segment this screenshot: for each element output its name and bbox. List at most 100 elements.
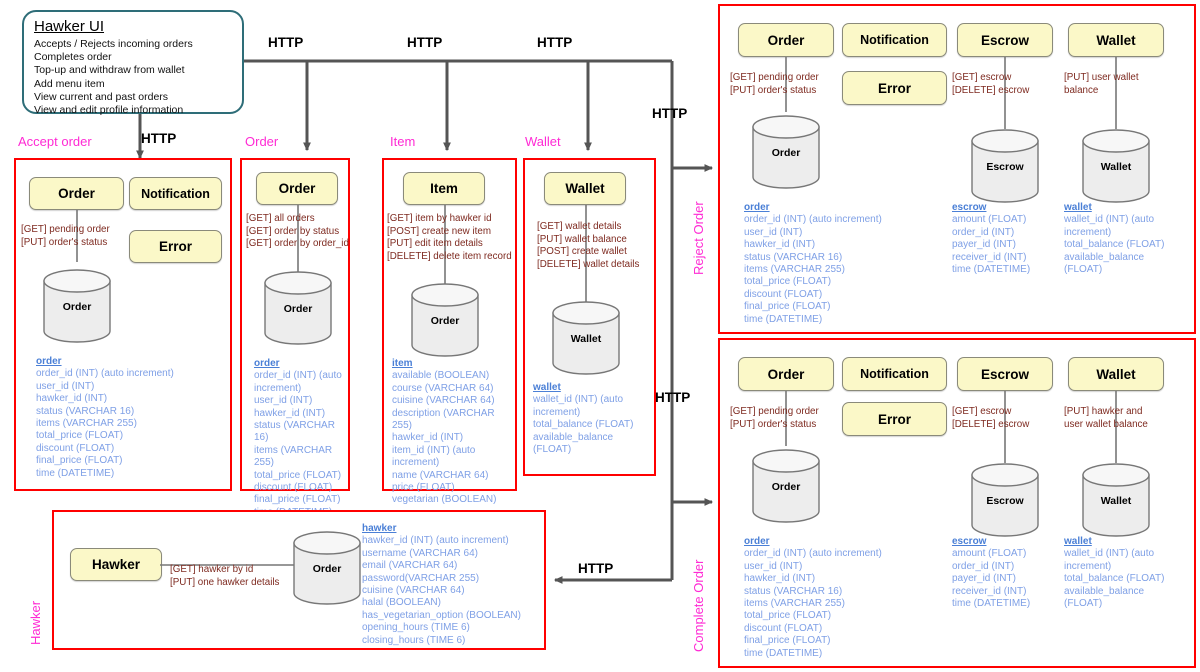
- schema-escrow: escrow amount (FLOAT) order_id (INT) pay…: [952, 202, 1060, 276]
- hawker-ui-feature: View current and past orders: [34, 90, 169, 103]
- hawker-ui-feature: Add menu item: [34, 77, 105, 90]
- schema-field: final_price (FLOAT): [254, 494, 341, 506]
- service-node-error[interactable]: Error: [842, 402, 947, 436]
- endpoint-line: [PUT] order's status: [21, 236, 108, 248]
- endpoint-line: [PUT] order's status: [730, 84, 817, 96]
- schema-field: password(VARCHAR 255): [362, 572, 480, 584]
- panel-order: Order [GET] all orders [GET] order by st…: [240, 158, 350, 518]
- service-node-escrow[interactable]: Escrow: [957, 23, 1053, 57]
- database-escrow: Escrow: [970, 128, 1040, 204]
- service-node-wallet[interactable]: Wallet: [1068, 23, 1164, 57]
- service-node-escrow[interactable]: Escrow: [957, 357, 1053, 391]
- hawker-ui-feature: Top-up and withdraw from wallet: [34, 64, 185, 77]
- database-label: Wallet: [1100, 495, 1132, 507]
- endpoint-list-escrow: [GET] escrow [DELETE] escrow: [952, 72, 1029, 97]
- schema-field: hawker_id (INT): [392, 432, 464, 444]
- hawker-ui-feature: Accepts / Rejects incoming orders: [34, 38, 193, 50]
- service-node-order[interactable]: Order: [738, 23, 834, 57]
- endpoint-line: [GET] pending order: [730, 406, 819, 417]
- panel-accept-order: Order Notification Error [GET] pending o…: [14, 158, 232, 491]
- schema-field: user_id (INT): [744, 560, 803, 572]
- endpoint-line: [POST] create new item: [387, 225, 491, 237]
- endpoint-line: [GET] escrow: [952, 72, 1012, 83]
- database-order: Order: [263, 270, 333, 346]
- endpoint-line: [GET] pending order: [730, 72, 819, 83]
- endpoint-list-order: [GET] all orders [GET] order by status […: [246, 213, 349, 251]
- schema-field: final_price (FLOAT): [744, 635, 831, 647]
- database-order: Order: [42, 268, 112, 344]
- database-escrow: Escrow: [970, 462, 1040, 538]
- schema-field: total_balance (FLOAT): [1064, 239, 1165, 251]
- schema-field: order_id (INT) (auto increment): [254, 370, 342, 394]
- schema-item: item available (BOOLEAN) course (VARCHAR…: [392, 358, 514, 507]
- schema-field: order_id (INT): [952, 560, 1015, 572]
- service-node-notification[interactable]: Notification: [129, 177, 222, 210]
- endpoint-list-wallet: [PUT] user wallet balance: [1064, 72, 1139, 96]
- service-node-item[interactable]: Item: [403, 172, 485, 205]
- hawker-ui-title: Hawker UI: [34, 18, 105, 35]
- schema-field: discount (FLOAT): [744, 288, 823, 300]
- http-label-item: HTTP: [407, 35, 443, 50]
- schema-field: status (VARCHAR 16): [36, 405, 135, 417]
- schema-field: total_price (FLOAT): [36, 430, 124, 442]
- group-label-hawker: Hawker: [28, 600, 43, 645]
- service-node-error[interactable]: Error: [129, 230, 222, 263]
- schema-table-name: wallet: [1064, 202, 1092, 213]
- database-wallet: Wallet: [1081, 462, 1151, 538]
- service-node-hawker[interactable]: Hawker: [70, 548, 162, 581]
- schema-table-name: order: [254, 358, 280, 369]
- endpoint-line: [DELETE] escrow: [952, 418, 1030, 430]
- schema-field: user_id (INT): [744, 226, 803, 238]
- schema-field: total_price (FLOAT): [254, 469, 342, 481]
- service-node-notification[interactable]: Notification: [842, 23, 947, 57]
- schema-field: time (DATETIME): [952, 598, 1031, 610]
- database-label: Wallet: [570, 333, 602, 345]
- schema-field: discount (FLOAT): [744, 622, 823, 634]
- schema-field: discount (FLOAT): [36, 442, 115, 454]
- endpoint-line: [PUT] one hawker details: [170, 576, 280, 588]
- http-label-accept: HTTP: [141, 131, 177, 146]
- database-label: Escrow: [986, 161, 1024, 173]
- schema-field: discount (FLOAT): [254, 482, 333, 494]
- schema-field: email (VARCHAR 64): [362, 560, 458, 572]
- schema-field: cuisine (VARCHAR 64): [392, 395, 495, 407]
- service-node-error[interactable]: Error: [842, 71, 947, 105]
- endpoint-line: [POST] create wallet: [537, 246, 627, 258]
- schema-field: total_price (FLOAT): [744, 610, 832, 622]
- schema-hawker: hawker hawker_id (INT) (auto increment) …: [362, 523, 547, 647]
- endpoint-line: [DELETE] wallet details: [537, 258, 640, 270]
- schema-field: hawker_id (INT): [744, 573, 816, 585]
- schema-field: items (VARCHAR 255): [254, 444, 333, 469]
- schema-field: time (DATETIME): [952, 264, 1031, 276]
- schema-field: cuisine (VARCHAR 64): [362, 585, 465, 597]
- database-label: Order: [62, 301, 92, 313]
- service-node-wallet[interactable]: Wallet: [544, 172, 626, 205]
- endpoint-line: [GET] item by hawker id: [387, 213, 492, 224]
- schema-table-name: escrow: [952, 202, 987, 213]
- service-node-order[interactable]: Order: [256, 172, 338, 205]
- schema-order: order order_id (INT) (auto increment) us…: [744, 202, 944, 326]
- schema-field: amount (FLOAT): [952, 548, 1027, 560]
- endpoint-line: [GET] pending order: [21, 224, 110, 235]
- schema-field: closing_hours (TIME 6): [362, 634, 466, 646]
- schema-wallet: wallet wallet_id (INT) (auto increment) …: [1064, 202, 1182, 276]
- database-label: Order: [771, 481, 801, 493]
- panel-reject-order: Order Notification Escrow Wallet Error […: [718, 4, 1196, 334]
- service-node-order[interactable]: Order: [738, 357, 834, 391]
- service-node-notification[interactable]: Notification: [842, 357, 947, 391]
- service-node-order[interactable]: Order: [29, 177, 124, 210]
- endpoint-line: [DELETE] escrow: [952, 84, 1030, 96]
- schema-field: available (BOOLEAN): [392, 370, 490, 382]
- database-label: Wallet: [1100, 161, 1132, 173]
- service-node-wallet[interactable]: Wallet: [1068, 357, 1164, 391]
- schema-order: order order_id (INT) (auto increment) us…: [744, 536, 944, 660]
- schema-table-name: escrow: [952, 536, 987, 547]
- hawker-ui-box: Hawker UI Accepts / Rejects incoming ord…: [22, 10, 244, 116]
- schema-field: course (VARCHAR 64): [392, 382, 494, 394]
- schema-field: payer_id (INT): [952, 573, 1016, 585]
- http-label-wallet: HTTP: [537, 35, 573, 50]
- schema-field: status (VARCHAR 16): [744, 585, 843, 597]
- schema-field: time (DATETIME): [744, 647, 823, 659]
- schema-field: hawker_id (INT) (auto increment): [362, 535, 509, 547]
- schema-field: payer_id (INT): [952, 239, 1016, 251]
